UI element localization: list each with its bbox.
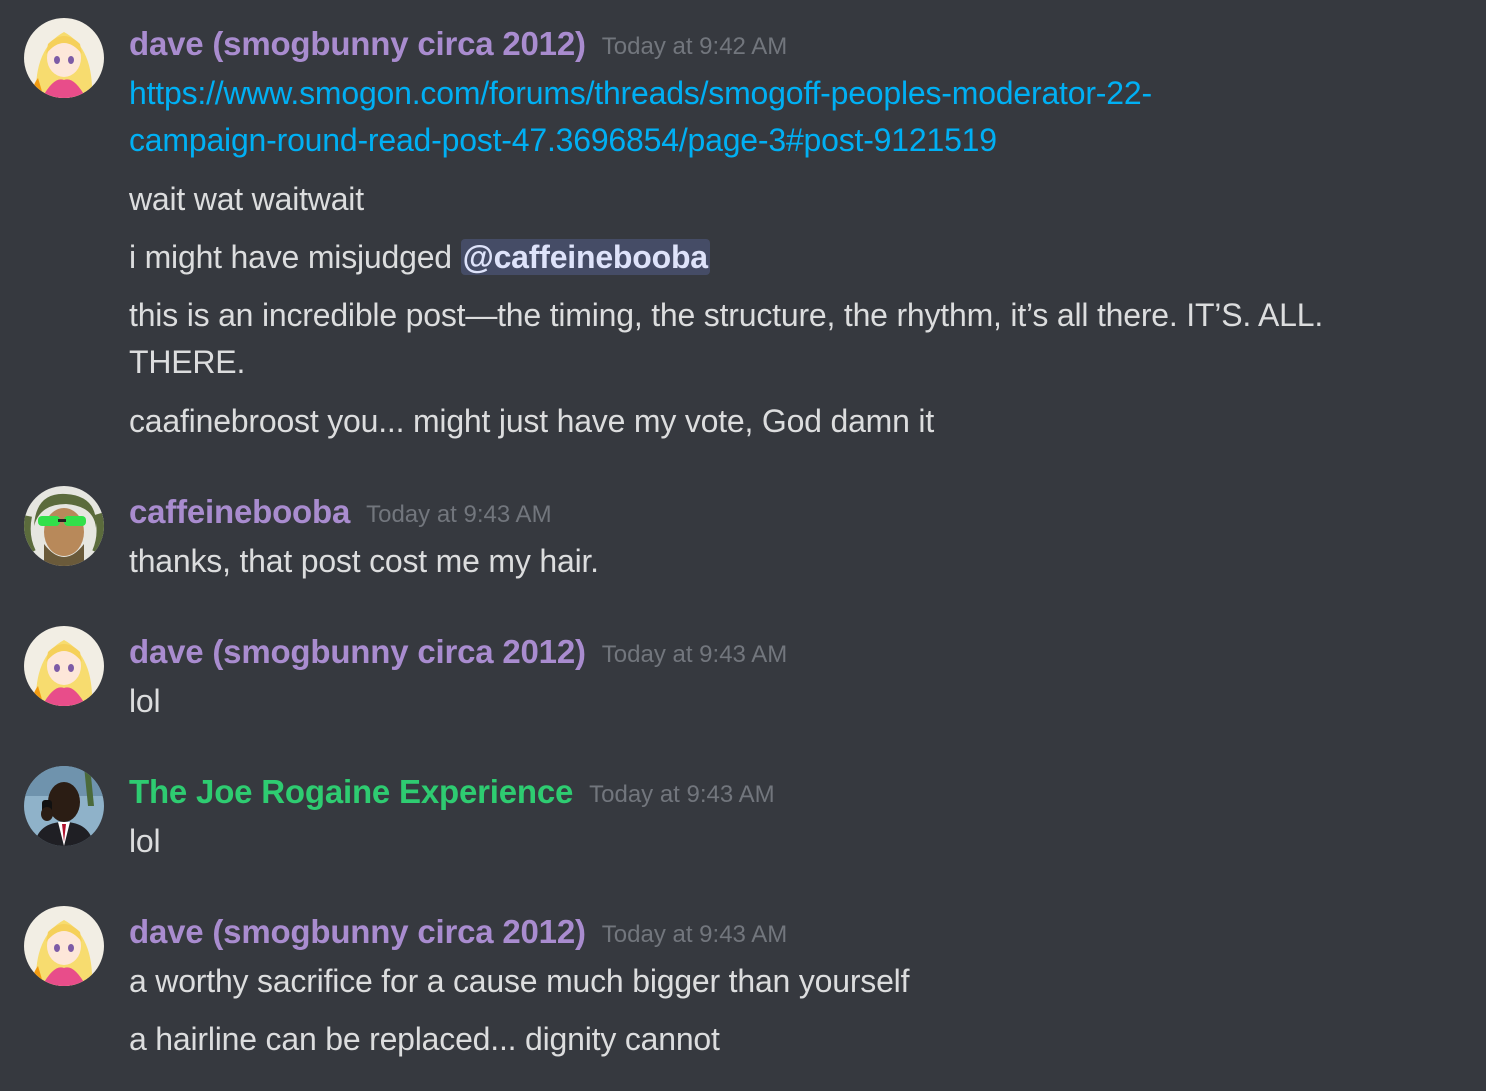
username[interactable]: dave (smogbunny circa 2012) [129,913,586,950]
chat-messages: dave (smogbunny circa 2012) Today at 9:42… [0,0,1486,1091]
timestamp: Today at 9:43 AM [601,921,788,948]
message-text: this is an incredible post—the timing, t… [129,297,1324,380]
message-header: dave (smogbunny circa 2012) Today at 9:42… [129,18,787,70]
username[interactable]: caffeinebooba [129,493,350,530]
message-text: lol [129,823,161,859]
username[interactable]: dave (smogbunny circa 2012) [129,25,586,62]
timestamp: Today at 9:42 AM [601,33,788,60]
username[interactable]: The Joe Rogaine Experience [129,773,573,810]
username[interactable]: dave (smogbunny circa 2012) [129,633,586,670]
message-text: wait wat waitwait [129,181,364,217]
user-avatar[interactable] [24,626,104,706]
message-header: caffeinebooba Today at 9:43 AM [129,486,552,538]
message-text: lol [129,683,161,719]
message-text: a hairline can be replaced... dignity ca… [129,1021,720,1057]
message-text: a worthy sacrifice for a cause much bigg… [129,963,910,999]
man-with-green-sunglasses-avatar-icon [24,486,104,566]
user-mention[interactable]: @caffeinebooba [460,239,710,275]
user-avatar[interactable] [24,766,104,846]
message-header: The Joe Rogaine Experience Today at 9:43 … [129,766,775,818]
anime-girl-avatar-icon [24,18,104,98]
message-header: dave (smogbunny circa 2012) Today at 9:43… [129,626,787,678]
message-text: i might have misjudged @caffeinebooba [129,239,710,275]
timestamp: Today at 9:43 AM [601,641,788,668]
anime-girl-avatar-icon [24,626,104,706]
message-text: caafinebroost you... might just have my … [129,403,935,439]
message-text: thanks, that post cost me my hair. [129,543,599,579]
timestamp: Today at 9:43 AM [589,781,775,808]
message-header: dave (smogbunny circa 2012) Today at 9:43… [129,906,787,958]
message-link[interactable]: https://www.smogon.com/forums/threads/sm… [129,75,1152,158]
user-avatar[interactable] [24,906,104,986]
user-avatar[interactable] [24,486,104,566]
man-on-phone-avatar-icon [24,766,104,846]
user-avatar[interactable] [24,18,104,98]
message-link-block: https://www.smogon.com/forums/threads/sm… [129,70,1484,164]
anime-girl-avatar-icon [24,906,104,986]
timestamp: Today at 9:43 AM [366,501,552,528]
